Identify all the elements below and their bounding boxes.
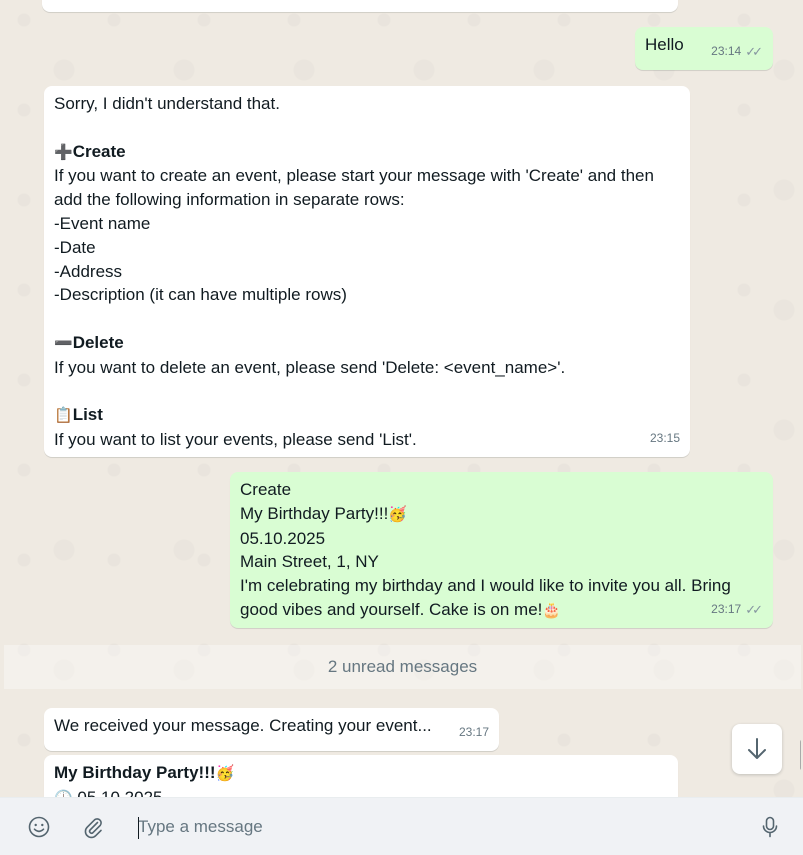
paperclip-icon	[84, 818, 102, 839]
message-line: -Description (it can have multiple rows)	[54, 285, 347, 305]
party-face-icon: 🥳	[388, 504, 408, 523]
message-incoming-received[interactable]: We received your message. Creating your …	[44, 708, 499, 751]
message-line: If you want to create an event, please s…	[54, 166, 654, 186]
section-title-list: 📋List	[54, 405, 103, 425]
message-line: I'm celebrating my birthday and I would …	[240, 576, 731, 596]
message-meta: 23:17 ✓✓	[711, 598, 763, 622]
message-outgoing-create[interactable]: Create My Birthday Party!!!🥳 05.10.2025 …	[230, 472, 773, 628]
message-time: 23:17	[458, 725, 489, 740]
message-meta: 23:15	[650, 427, 680, 451]
message-incoming-help[interactable]: Sorry, I didn't understand that. ➕Create…	[44, 86, 690, 457]
chat-area[interactable]: Hello 23:14 ✓✓ Sorry, I didn't understan…	[4, 0, 801, 797]
microphone-icon	[762, 816, 778, 838]
minus-icon: ➖	[54, 333, 73, 352]
message-meta: 23:14 ✓✓	[711, 40, 763, 64]
double-check-icon: ✓✓	[745, 602, 763, 618]
section-title-delete: ➖Delete	[54, 332, 124, 352]
message-composer	[0, 797, 803, 855]
message-input[interactable]	[130, 808, 730, 846]
message-line: add the following information in separat…	[54, 190, 405, 210]
party-face-icon: 🥳	[215, 764, 235, 782]
scrollbar-thumb[interactable]	[800, 740, 801, 770]
arrow-down-icon	[748, 738, 766, 759]
message-line: My Birthday Party!!!🥳	[240, 503, 408, 523]
message-text: We received your message. Creating your …	[54, 716, 432, 735]
scroll-to-bottom-button[interactable]	[732, 724, 782, 774]
message-line: Main Street, 1, NY	[240, 552, 379, 572]
text-cursor	[138, 817, 139, 839]
voice-message-button[interactable]	[755, 812, 785, 842]
birthday-cake-icon: 🎂	[542, 600, 562, 619]
clock-icon: 🕒	[54, 789, 73, 797]
message-time: 23:15	[649, 431, 680, 446]
message-line: If you want to delete an event, please s…	[54, 357, 566, 377]
message-line: Create	[240, 480, 292, 499]
smiley-icon	[28, 816, 50, 838]
message-line: -Event name	[54, 213, 151, 233]
message-line: Sorry, I didn't understand that.	[54, 94, 280, 113]
message-line: good vibes and yourself. Cake is on me!🎂	[240, 599, 562, 619]
message-line: -Date	[54, 237, 96, 257]
unread-messages-divider: 2 unread messages	[4, 645, 801, 689]
message-line: -Address	[54, 261, 123, 281]
event-date: 🕒 05.10.2025	[54, 786, 668, 797]
section-title-create: ➕Create	[54, 141, 126, 161]
plus-icon: ➕	[54, 142, 73, 161]
clipboard-icon: 📋	[54, 406, 73, 425]
attach-button[interactable]	[78, 812, 108, 842]
unread-label: 2 unread messages	[327, 657, 478, 676]
double-check-icon: ✓✓	[745, 44, 763, 60]
message-line: If you want to list your events, please …	[54, 430, 417, 450]
message-outgoing-hello[interactable]: Hello 23:14 ✓✓	[635, 27, 773, 70]
message-line: 05.10.2025	[240, 528, 326, 548]
message-time: 23:17	[711, 602, 742, 617]
emoji-button[interactable]	[24, 812, 54, 842]
message-text: Hello	[645, 35, 684, 54]
event-title: My Birthday Party!!!🥳	[54, 763, 235, 782]
message-time: 23:14	[711, 44, 742, 59]
previous-message-bubble	[42, 0, 678, 12]
message-incoming-event-card[interactable]: My Birthday Party!!!🥳 🕒 05.10.2025	[44, 755, 678, 797]
message-meta: 23:17	[459, 721, 489, 745]
